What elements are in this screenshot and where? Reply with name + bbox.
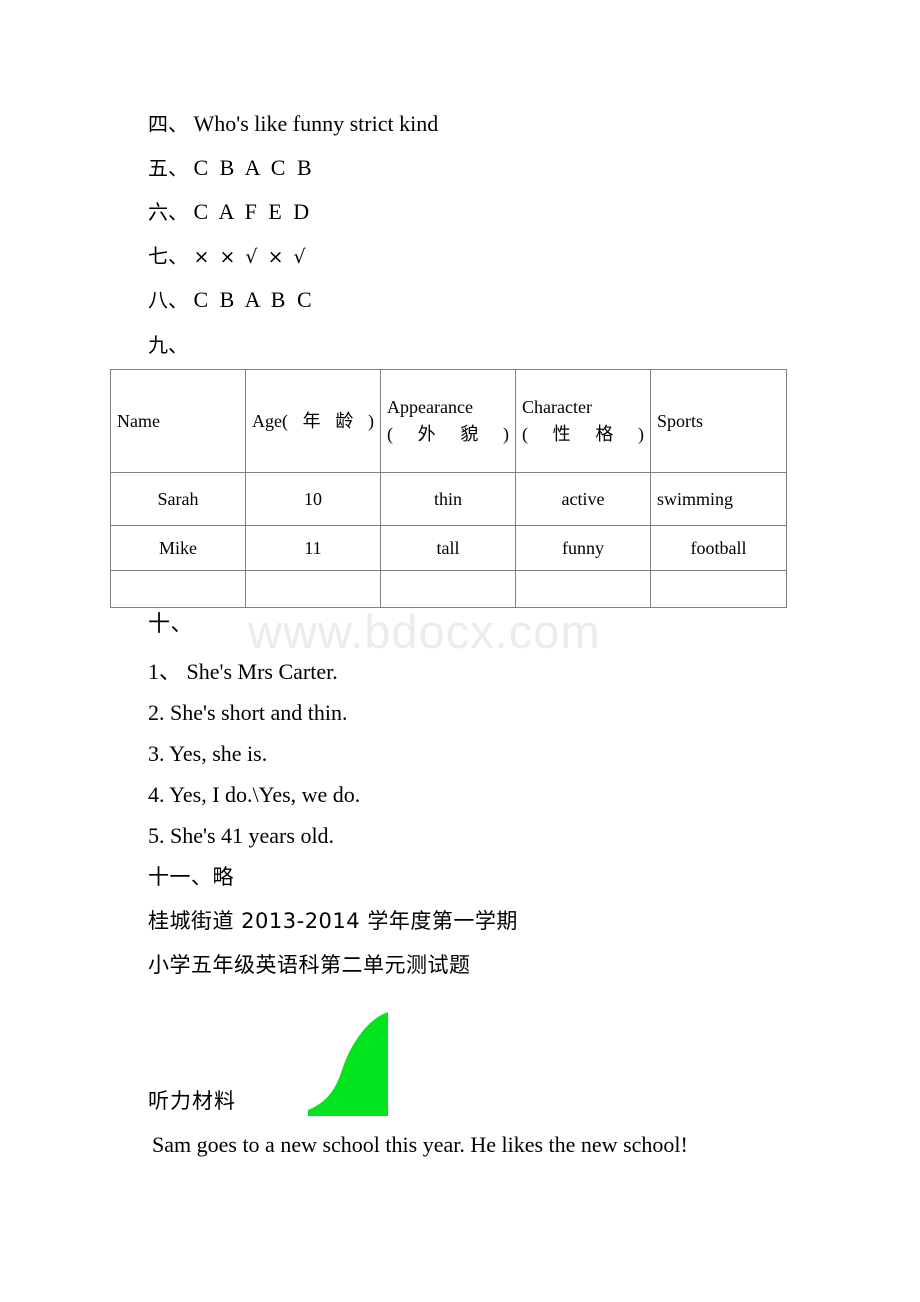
cell-empty-5 [650, 570, 787, 608]
cell-name-sarah: Sarah [110, 472, 246, 526]
header-name-label: Name [117, 410, 160, 431]
answer-marker-9: 九、 [148, 333, 188, 357]
cell-age-mike: 11 [245, 525, 381, 571]
cell-character-sarah: active [515, 472, 651, 526]
cell-empty-3 [380, 570, 516, 608]
answer-text-8: C B A B C [193, 287, 315, 312]
header-character-label: Character [522, 397, 592, 417]
cell-age-sarah: 10 [245, 472, 381, 526]
table-header-row: Name Age(年龄) Appearance (外貌) Character (… [110, 369, 787, 473]
header-sports-label: Sports [657, 410, 704, 431]
table-header-sports: Sports [650, 369, 787, 473]
cell-appearance-sarah: thin [380, 472, 516, 526]
cell-character-mike: funny [515, 525, 651, 571]
cell-empty-2 [245, 570, 381, 608]
cell-sports-sarah: swimming [650, 472, 787, 526]
answer-marker-6: 六、 [148, 200, 188, 224]
cell-appearance-mike: tall [380, 525, 516, 571]
answer-line-4: 四、 Who's like funny strict kind [148, 110, 438, 138]
cell-empty-1 [110, 570, 246, 608]
answer-line-6: 六、 C A F E D [148, 198, 312, 226]
section-ten-item-5: 5. She's 41 years old. [148, 823, 335, 848]
answer-marker-5: 五、 [148, 156, 188, 180]
header-appearance-label: Appearance [387, 397, 473, 417]
header-age-label: Age(年龄) [252, 410, 374, 431]
table-row-empty [110, 570, 787, 608]
header-character-cn: (性格) [522, 424, 644, 444]
student-info-table: Name Age(年龄) Appearance (外貌) Character (… [110, 369, 787, 608]
answer-text-6: C A F E D [193, 199, 313, 224]
answer-marker-8: 八、 [148, 288, 188, 312]
answer-text-5: C B A C B [193, 155, 315, 180]
listening-material-text: Sam goes to a new school this year. He l… [152, 1132, 688, 1157]
table-header-appearance: Appearance (外貌) [380, 369, 516, 473]
answer-line-8: 八、 C B A B C [148, 286, 315, 314]
green-shape-path [308, 1012, 388, 1116]
section-ten-item-1: 1、 She's Mrs Carter. [148, 659, 338, 684]
document-page: www.bdocx.com 四、 Who's like funny strict… [0, 0, 920, 1302]
answer-line-5: 五、 C B A C B [148, 154, 315, 182]
section-ten-marker: 十、 [148, 612, 194, 637]
answer-text-7: × × √ × √ [193, 246, 308, 268]
cell-empty-4 [515, 570, 651, 608]
header-appearance-cn: (外貌) [387, 424, 509, 444]
section-ten-item-3: 3. Yes, she is. [148, 741, 268, 766]
answer-marker-4: 四、 [148, 112, 188, 136]
watermark-text: www.bdocx.com [248, 605, 601, 658]
exam-header-line-2: 小学五年级英语科第二单元测试题 [148, 953, 471, 977]
listening-material-label: 听力材料 [148, 1089, 236, 1113]
table-row: Sarah 10 thin active swimming [110, 472, 787, 526]
table-header-age: Age(年龄) [245, 369, 381, 473]
section-ten-item-2: 2. She's short and thin. [148, 700, 348, 725]
cell-name-mike: Mike [110, 525, 246, 571]
exam-header-line-1: 桂城街道 2013-2014 学年度第一学期 [148, 909, 518, 933]
section-eleven-line: 十一、略 [148, 865, 234, 889]
answer-marker-7: 七、 [148, 244, 188, 268]
answer-line-7: 七、 × × √ × √ [148, 242, 308, 271]
green-decorative-shape [308, 1012, 388, 1116]
cell-sports-mike: football [650, 525, 787, 571]
table-header-name: Name [110, 369, 246, 473]
table-header-character: Character (性格) [515, 369, 651, 473]
cell-sports-sarah-text: swimming [657, 488, 734, 509]
answer-line-9: 九、 [148, 331, 188, 359]
student-info-table-wrap: Name Age(年龄) Appearance (外貌) Character (… [110, 369, 787, 608]
table-row: Mike 11 tall funny football [110, 525, 787, 571]
section-ten-item-4: 4. Yes, I do.\Yes, we do. [148, 782, 361, 807]
answer-text-4: Who's like funny strict kind [193, 111, 439, 136]
